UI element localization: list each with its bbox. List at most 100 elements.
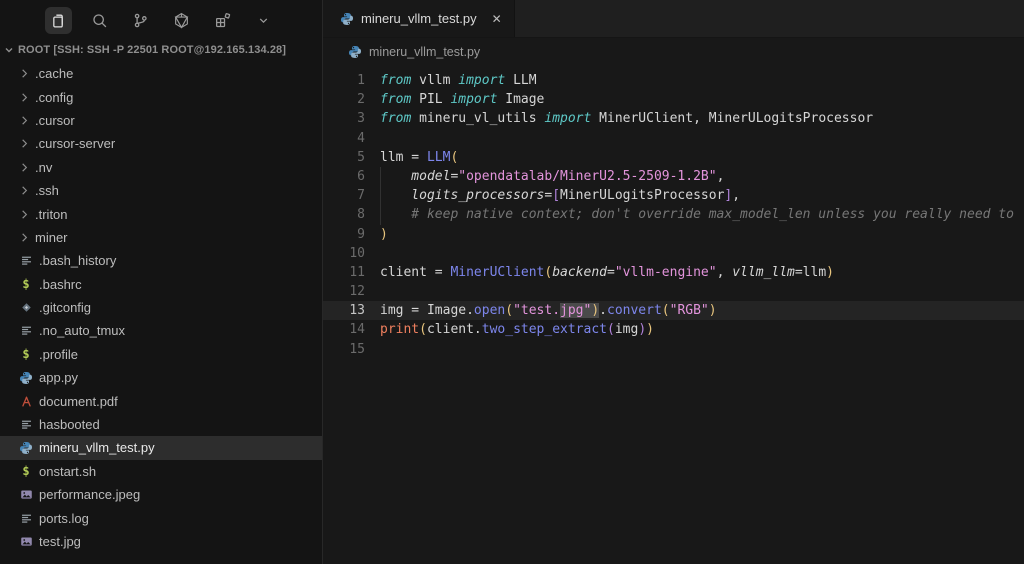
code-line-3[interactable]: 3from mineru_vl_utils import MinerUClien… — [323, 109, 1024, 128]
code-line-12[interactable]: 12 — [323, 282, 1024, 301]
explorer-item--profile[interactable]: $.profile — [0, 343, 322, 366]
text-file-icon — [18, 418, 34, 431]
code-line-8[interactable]: 8 # keep native context; don't override … — [323, 205, 1024, 224]
chevron-right-icon — [18, 162, 31, 173]
python-file-icon — [18, 441, 34, 455]
file-label: .profile — [39, 347, 78, 362]
code-line-13[interactable]: 13img = Image.open("test.jpg").convert("… — [323, 301, 1024, 320]
file-label: .cursor-server — [35, 136, 115, 151]
explorer-item--cache[interactable]: .cache — [0, 62, 322, 85]
explorer-item--bashrc[interactable]: $.bashrc — [0, 273, 322, 296]
text-file-icon — [18, 512, 34, 525]
tab-label: mineru_vllm_test.py — [361, 11, 477, 26]
code-text: client = MinerUClient(backend="vllm-engi… — [365, 263, 834, 282]
editor-pane: mineru_vllm_test.py ✕ mineru_vllm_test.p… — [323, 0, 1024, 564]
file-label: .cursor — [35, 113, 75, 128]
explorer-item--bash-history[interactable]: .bash_history — [0, 249, 322, 272]
file-label: .config — [35, 90, 73, 105]
code-text — [365, 244, 380, 263]
line-number: 3 — [323, 109, 365, 128]
text-file-icon — [18, 254, 34, 267]
explorer-item--no-auto-tmux[interactable]: .no_auto_tmux — [0, 319, 322, 342]
file-label: document.pdf — [39, 394, 118, 409]
code-line-2[interactable]: 2from PIL import Image — [323, 90, 1024, 109]
explorer-item-app-py[interactable]: app.py — [0, 366, 322, 389]
code-line-14[interactable]: 14print(client.two_step_extract(img)) — [323, 320, 1024, 339]
file-list: .cache .config .cursor .cursor-server .nv.ss… — [0, 62, 322, 553]
pdf-file-icon — [18, 395, 34, 408]
code-text: llm = LLM( — [365, 148, 458, 167]
file-label: .no_auto_tmux — [39, 323, 125, 338]
code-text: ) — [365, 225, 388, 244]
file-label: test.jpg — [39, 534, 81, 549]
explorer-item-performance-jpeg[interactable]: performance.jpeg — [0, 483, 322, 506]
code-line-7[interactable]: 7 logits_processors=[MinerULogitsProcess… — [323, 186, 1024, 205]
file-label: .triton — [35, 207, 68, 222]
code-line-4[interactable]: 4 — [323, 129, 1024, 148]
breadcrumb[interactable]: mineru_vllm_test.py — [323, 38, 1024, 66]
explorer-item-document-pdf[interactable]: document.pdf — [0, 389, 322, 412]
explorer-item-miner[interactable]: miner — [0, 226, 322, 249]
extensions-icon[interactable] — [209, 7, 236, 34]
more-chevron-down-icon[interactable] — [250, 7, 277, 34]
explorer-item-onstart-sh[interactable]: $onstart.sh — [0, 460, 322, 483]
python-file-icon — [348, 45, 362, 59]
code-line-5[interactable]: 5llm = LLM( — [323, 148, 1024, 167]
code-line-9[interactable]: 9) — [323, 225, 1024, 244]
chevron-down-icon — [3, 44, 15, 56]
search-icon[interactable] — [86, 7, 113, 34]
close-icon[interactable]: ✕ — [492, 12, 502, 26]
explorer-item--config[interactable]: .config — [0, 85, 322, 108]
image-file-icon — [18, 535, 34, 548]
code-line-1[interactable]: 1from vllm import LLM — [323, 71, 1024, 90]
chevron-right-icon — [18, 185, 31, 196]
line-number: 12 — [323, 282, 365, 301]
git-file-icon — [18, 301, 34, 314]
code-line-10[interactable]: 10 — [323, 244, 1024, 263]
explorer-item--cursor[interactable]: .cursor — [0, 109, 322, 132]
code-line-11[interactable]: 11client = MinerUClient(backend="vllm-en… — [323, 263, 1024, 282]
code-text — [365, 340, 380, 359]
explorer-item--nv[interactable]: .nv — [0, 156, 322, 179]
file-label: onstart.sh — [39, 464, 96, 479]
tab-bar: mineru_vllm_test.py ✕ — [323, 0, 1024, 38]
file-label: .gitconfig — [39, 300, 91, 315]
explorer-item--cursor-server[interactable]: .cursor-server — [0, 132, 322, 155]
explorer-item--triton[interactable]: .triton — [0, 202, 322, 225]
python-file-icon — [340, 12, 354, 26]
line-number: 13 — [323, 301, 365, 320]
line-number: 1 — [323, 71, 365, 90]
code-text: img = Image.open("test.jpg").convert("RG… — [365, 301, 717, 320]
line-number: 10 — [323, 244, 365, 263]
explorer-item-ports-log[interactable]: ports.log — [0, 506, 322, 529]
code-editor[interactable]: 1from vllm import LLM2from PIL import Im… — [323, 66, 1024, 564]
file-label: app.py — [39, 370, 78, 385]
tab-mineru-vllm-test-py[interactable]: mineru_vllm_test.py ✕ — [323, 0, 515, 37]
code-text: from vllm import LLM — [365, 71, 537, 90]
code-text — [365, 129, 380, 148]
chevron-right-icon — [18, 115, 31, 126]
explorer-root-label: ROOT [SSH: SSH -P 22501 ROOT@192.165.134… — [18, 44, 286, 56]
code-text: model="opendatalab/MinerU2.5-2509-1.2B", — [365, 167, 724, 186]
remote-cube-icon[interactable] — [168, 7, 195, 34]
explorer-item--gitconfig[interactable]: .gitconfig — [0, 296, 322, 319]
line-number: 14 — [323, 320, 365, 339]
code-line-6[interactable]: 6 model="opendatalab/MinerU2.5-2509-1.2B… — [323, 167, 1024, 186]
code-line-15[interactable]: 15 — [323, 340, 1024, 359]
line-number: 9 — [323, 225, 365, 244]
explorer-root-header[interactable]: ROOT [SSH: SSH -P 22501 ROOT@192.165.134… — [0, 40, 322, 60]
source-control-icon[interactable] — [127, 7, 154, 34]
file-label: .bash_history — [39, 253, 116, 268]
breadcrumb-item: mineru_vllm_test.py — [369, 45, 480, 59]
code-text: # keep native context; don't override ma… — [365, 205, 1014, 224]
image-file-icon — [18, 488, 34, 501]
file-label: .bashrc — [39, 277, 82, 292]
explorer-item-mineru-vllm-test-py[interactable]: mineru_vllm_test.py — [0, 436, 322, 459]
file-label: ports.log — [39, 511, 89, 526]
file-label: mineru_vllm_test.py — [39, 440, 155, 455]
file-label: miner — [35, 230, 68, 245]
explorer-item--ssh[interactable]: .ssh — [0, 179, 322, 202]
explorer-item-hasbooted[interactable]: hasbooted — [0, 413, 322, 436]
explorer-item-test-jpg[interactable]: test.jpg — [0, 530, 322, 553]
explorer-icon[interactable] — [45, 7, 72, 34]
